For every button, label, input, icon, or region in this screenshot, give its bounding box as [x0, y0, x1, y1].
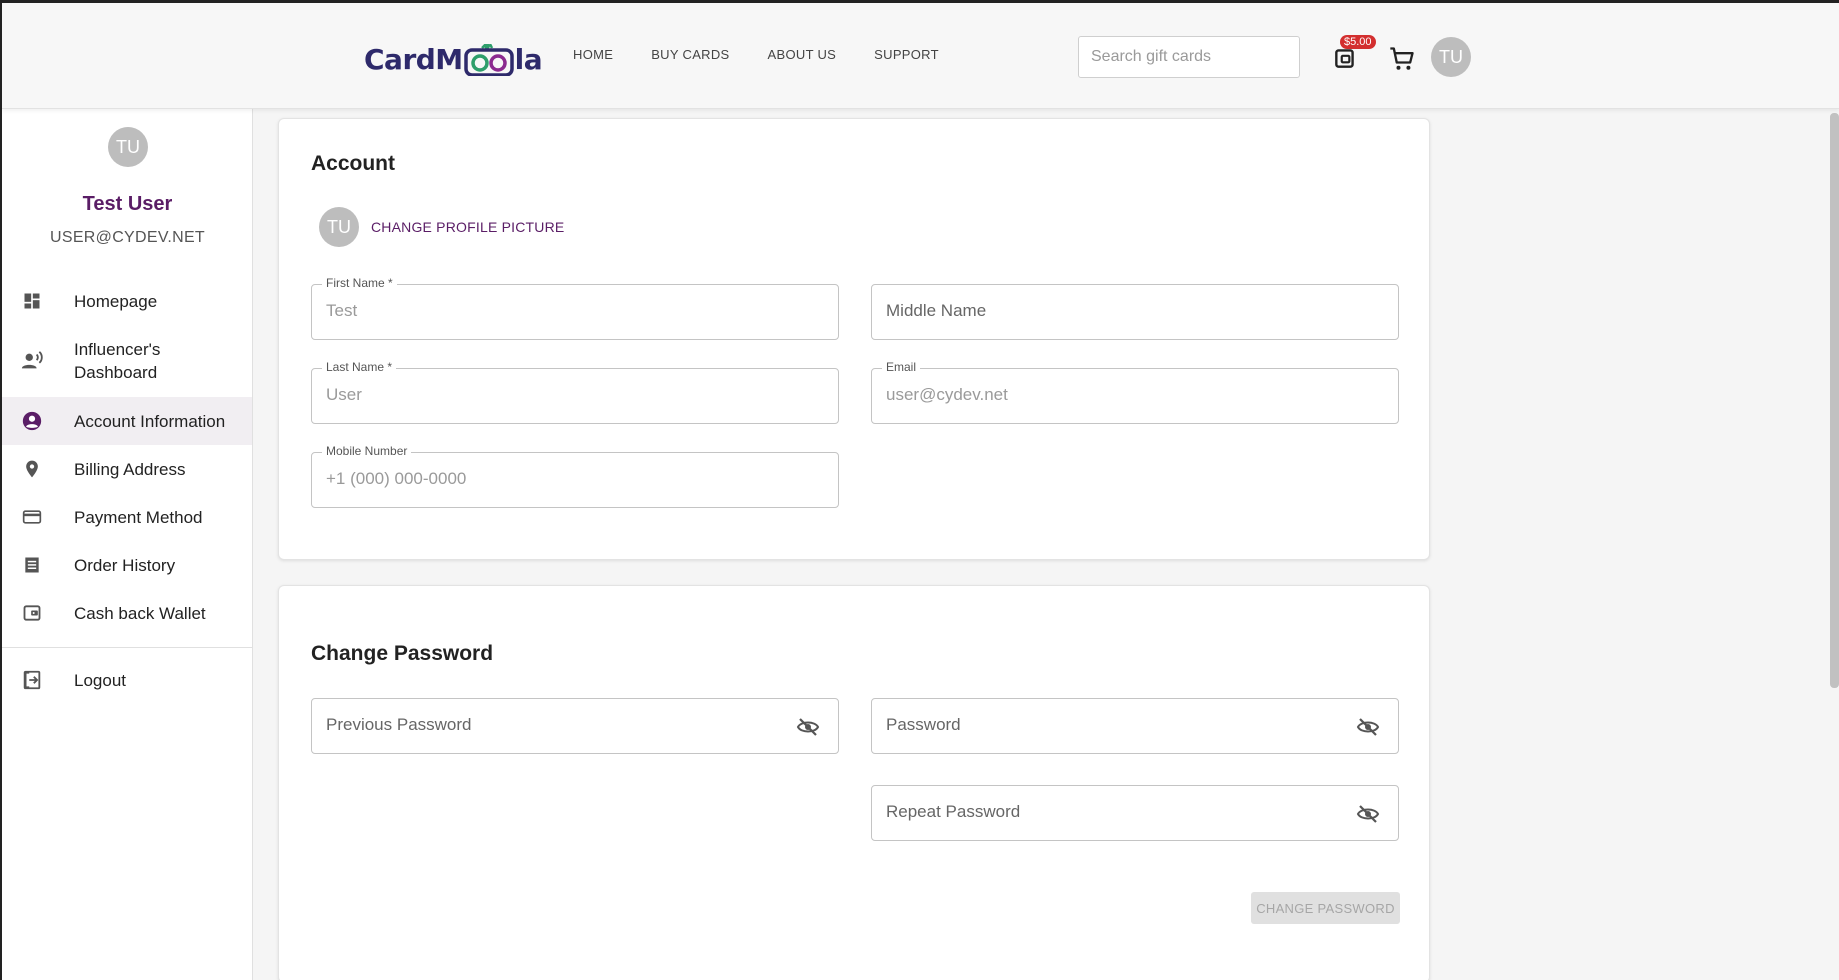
- email-field[interactable]: Email user@cydev.net: [871, 360, 1399, 424]
- logo-text-left: CardM: [364, 42, 463, 76]
- mobile-number-label: Mobile Number: [322, 444, 412, 458]
- search-input[interactable]: [1079, 37, 1299, 77]
- mobile-number-value: +1 (000) 000-0000: [326, 469, 467, 488]
- main-nav: HOME BUY CARDS ABOUT US SUPPORT: [573, 47, 977, 62]
- account-circle-icon: [20, 409, 44, 433]
- record-voice-icon: [20, 349, 44, 373]
- sidebar-item-influencer-dashboard[interactable]: Influencer's Dashboard: [2, 325, 252, 397]
- page-scrollbar[interactable]: [1830, 113, 1839, 688]
- password-placeholder: Password: [886, 715, 961, 734]
- last-name-field[interactable]: Last Name * User: [311, 360, 839, 424]
- sidebar-item-payment-method[interactable]: Payment Method: [2, 493, 252, 541]
- logout-label: Logout: [74, 670, 126, 690]
- sidebar-item-label: Cash back Wallet: [74, 603, 206, 623]
- shopping-cart-icon[interactable]: [1388, 45, 1416, 73]
- profile-avatar: TU: [319, 207, 359, 247]
- account-sidebar: TU Test User USER@CYDEV.NET Homepage Inf…: [2, 109, 253, 980]
- user-name: Test User: [82, 193, 173, 215]
- account-card: Account TU CHANGE PROFILE PICTURE First …: [278, 118, 1430, 560]
- nav-support[interactable]: SUPPORT: [874, 47, 939, 62]
- credit-card-icon: [20, 505, 44, 529]
- previous-password-field[interactable]: Previous Password: [311, 698, 839, 754]
- change-password-title: Change Password: [311, 642, 494, 665]
- sidebar-item-homepage[interactable]: Homepage: [2, 277, 252, 325]
- search-bar: [1078, 36, 1300, 78]
- sidebar-divider: [2, 647, 252, 648]
- first-name-label: First Name *: [322, 276, 397, 290]
- top-header: CardM la HOME BUY CARDS ABOUT US SUPPORT: [2, 3, 1839, 109]
- sidebar-item-label: Billing Address: [74, 459, 186, 479]
- change-profile-picture-button[interactable]: CHANGE PROFILE PICTURE: [371, 219, 564, 235]
- logout-icon: [20, 668, 44, 692]
- wallet-icon: [20, 601, 44, 625]
- first-name-field[interactable]: First Name * Test: [311, 276, 839, 340]
- new-password-field[interactable]: Password: [871, 698, 1399, 754]
- email-label: Email: [882, 360, 921, 374]
- sidebar-item-billing-address[interactable]: Billing Address: [2, 445, 252, 493]
- dashboard-icon: [20, 289, 44, 313]
- last-name-label: Last Name *: [322, 360, 397, 374]
- visibility-off-icon[interactable]: [1356, 802, 1380, 826]
- nav-buy-cards[interactable]: BUY CARDS: [651, 47, 729, 62]
- change-password-card: Change Password Previous Password Passwo…: [278, 585, 1430, 980]
- sidebar-item-label: Order History: [74, 555, 176, 575]
- nav-home[interactable]: HOME: [573, 47, 613, 62]
- account-title: Account: [311, 152, 395, 175]
- sidebar-item-label: Influencer's Dashboard: [74, 340, 161, 382]
- wallet-balance-badge: $5.00: [1340, 35, 1376, 49]
- logout-button[interactable]: Logout: [2, 656, 252, 704]
- previous-password-placeholder: Previous Password: [326, 715, 472, 734]
- last-name-value: User: [326, 385, 362, 404]
- email-value: user@cydev.net: [886, 385, 1008, 404]
- sidebar-item-account-information[interactable]: Account Information: [2, 397, 252, 445]
- first-name-value: Test: [326, 301, 358, 320]
- repeat-password-placeholder: Repeat Password: [886, 802, 1021, 821]
- app-window: CardM la HOME BUY CARDS ABOUT US SUPPORT: [0, 0, 1839, 980]
- sidebar-item-label: Homepage: [74, 291, 158, 311]
- sidebar-item-cash-back-wallet[interactable]: Cash back Wallet: [2, 589, 252, 637]
- visibility-off-icon[interactable]: [796, 715, 820, 739]
- logo-text-right: la: [514, 42, 543, 76]
- visibility-off-icon[interactable]: [1356, 715, 1380, 739]
- logo-tv-icon: [463, 43, 514, 77]
- cardmoola-logo[interactable]: CardM la: [364, 39, 543, 79]
- location-pin-icon: [20, 457, 44, 481]
- change-password-button[interactable]: CHANGE PASSWORD: [1251, 892, 1400, 924]
- middle-name-field[interactable]: Middle Name: [871, 284, 1399, 340]
- nav-about-us[interactable]: ABOUT US: [768, 47, 837, 62]
- sidebar-item-label: Payment Method: [74, 507, 203, 527]
- sidebar-menu: Homepage Influencer's Dashboard Account …: [2, 277, 252, 704]
- sidebar-item-order-history[interactable]: Order History: [2, 541, 252, 589]
- sidebar-item-label: Account Information: [74, 411, 226, 431]
- repeat-password-field[interactable]: Repeat Password: [871, 785, 1399, 841]
- mobile-number-field[interactable]: Mobile Number +1 (000) 000-0000: [311, 444, 839, 508]
- receipt-icon: [20, 553, 44, 577]
- user-avatar[interactable]: TU: [1431, 37, 1471, 77]
- middle-name-placeholder: Middle Name: [886, 301, 987, 320]
- sidebar-avatar: TU: [108, 127, 148, 167]
- user-email: USER@CYDEV.NET: [50, 229, 205, 246]
